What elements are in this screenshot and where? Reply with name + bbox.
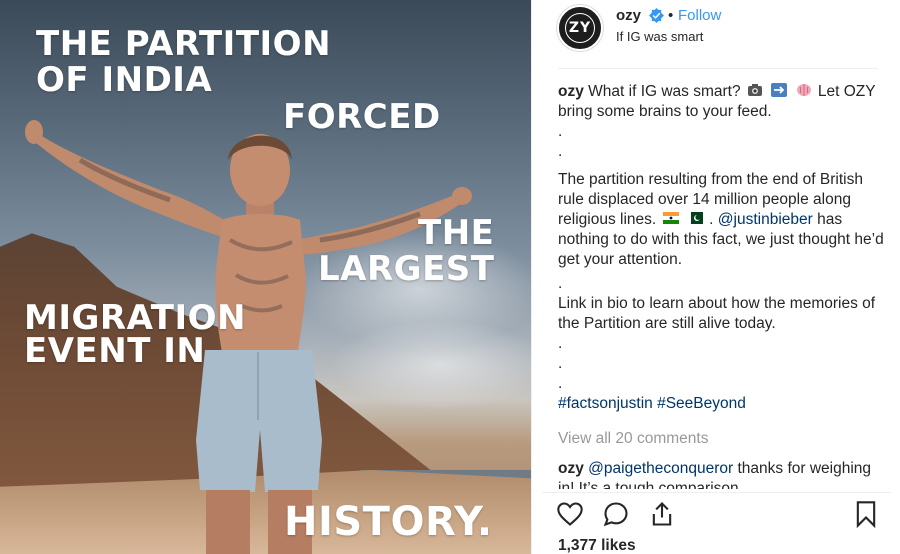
camera-icon (747, 84, 762, 96)
header-location[interactable]: If IG was smart (616, 29, 703, 44)
caption-dot: . (558, 355, 563, 372)
caption-text: What if IG was smart? (588, 83, 741, 100)
overlay-text-line: HISTORY. (284, 499, 493, 545)
overlay-text-line: EVENT IN (24, 331, 206, 371)
divider (558, 68, 878, 69)
pakistan-flag-icon (686, 212, 703, 224)
likes-count[interactable]: 1,377 likes (558, 537, 636, 554)
bookmark-icon[interactable] (852, 500, 880, 528)
header-username[interactable]: ozy (616, 7, 641, 24)
mention-link[interactable]: @justinbieber (718, 211, 813, 228)
avatar-logo-text: ZY (568, 20, 592, 36)
divider (542, 492, 891, 493)
overlay-text-line: LARGEST (318, 249, 495, 289)
overlay-text-line: THE PARTITION OF INDIA (36, 24, 332, 100)
post-caption: ozy What if IG was smart? Let OZY bring … (558, 82, 888, 414)
comment-item: ozy @paigetheconqueror thanks for weighi… (558, 459, 888, 489)
caption-dot: . (558, 123, 563, 140)
caption-text: Link in bio to learn about how the memor… (558, 295, 876, 332)
caption-dot: . (558, 275, 563, 292)
overlay-text-line: THE (418, 213, 495, 253)
verified-badge-icon (649, 8, 664, 23)
view-all-comments-link[interactable]: View all 20 comments (558, 430, 708, 448)
hashtags-link[interactable]: #factsonjustin #SeeBeyond (558, 394, 888, 414)
arrow-right-icon (771, 83, 788, 97)
mention-link[interactable]: @paigetheconqueror (588, 460, 733, 477)
post-header: ZY ozy • Follow If IG was smart (532, 0, 900, 68)
post-image[interactable]: THE PARTITION OF INDIA FORCED THE LARGES… (0, 0, 531, 554)
post-sidebar: ZY ozy • Follow If IG was smart ozy What… (531, 0, 900, 554)
follow-button[interactable]: Follow (678, 7, 721, 24)
caption-dot: . (558, 375, 563, 392)
share-icon[interactable] (648, 500, 676, 528)
comment-username[interactable]: ozy (558, 460, 584, 477)
heart-icon[interactable] (556, 500, 584, 528)
comment-icon[interactable] (602, 500, 630, 528)
caption-username[interactable]: ozy (558, 83, 584, 100)
overlay-text-line: MIGRATION (24, 298, 246, 338)
overlay-text-line: FORCED (283, 97, 441, 137)
caption-dot: . (558, 143, 563, 160)
header-separator: • (668, 7, 674, 24)
caption-text: . (709, 211, 714, 228)
brain-icon (796, 84, 811, 96)
caption-dot: . (558, 335, 563, 352)
india-flag-icon (662, 212, 679, 224)
avatar[interactable]: ZY (557, 5, 603, 51)
